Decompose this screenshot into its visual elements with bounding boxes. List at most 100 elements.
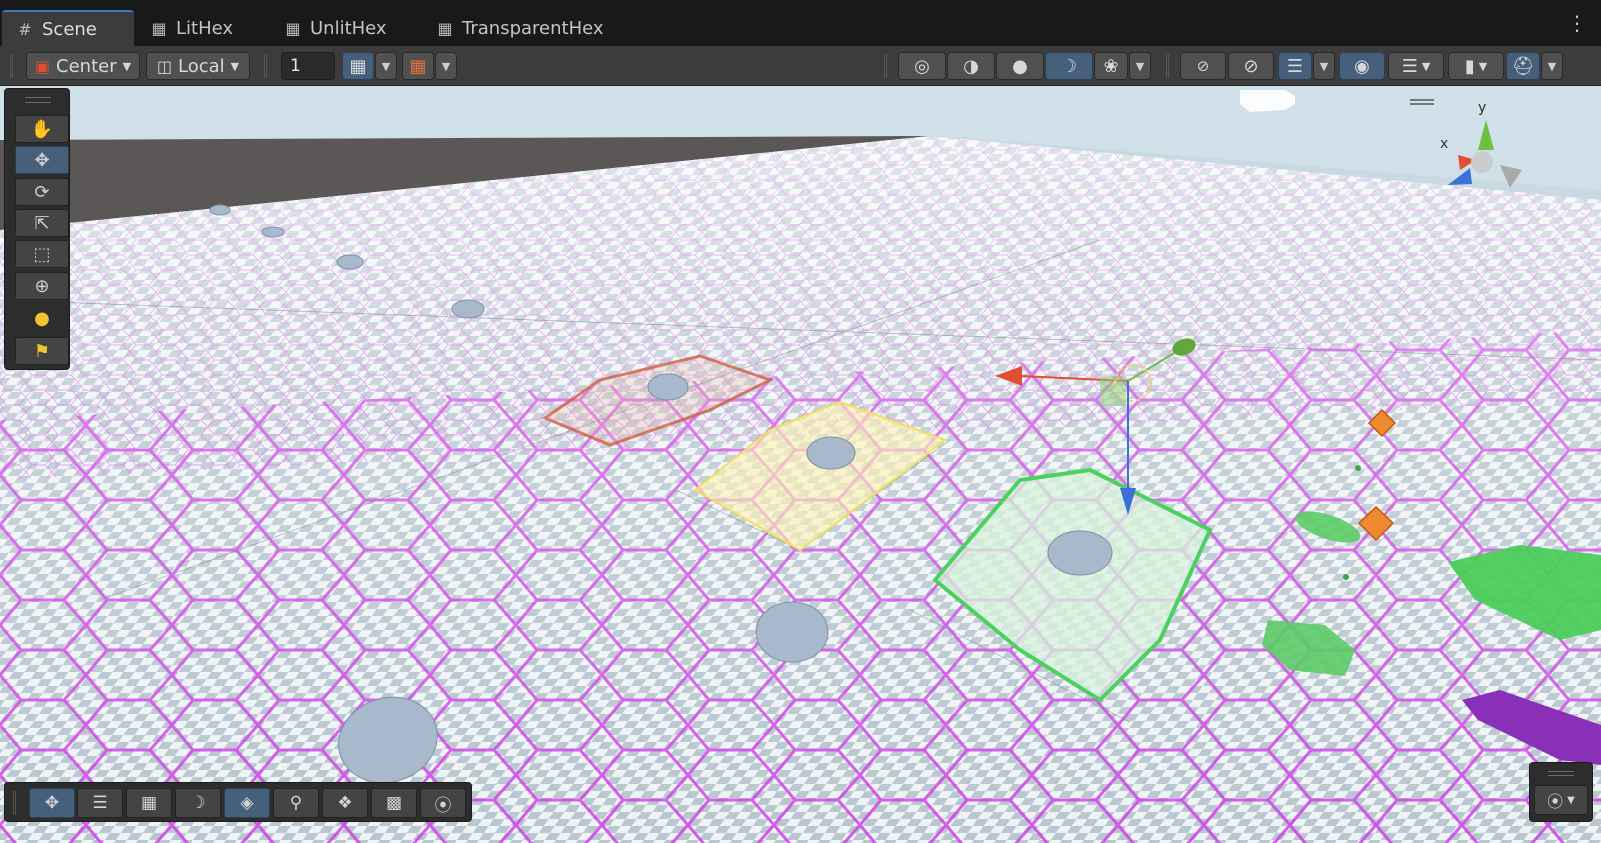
pivot-button[interactable]: ❖ — [322, 788, 368, 818]
lock-icon: ▦ — [437, 18, 453, 38]
zoom-icon: ⚲ — [289, 793, 303, 813]
transform-tool-button[interactable]: ⊕ — [15, 272, 69, 300]
wireframe-shading-button[interactable]: ◎ — [898, 52, 946, 80]
effects-dropdown[interactable]: ▼ — [1313, 52, 1335, 80]
grid-toggle-icon: ▦ — [140, 793, 158, 813]
scale-tool-button[interactable]: ⇱ — [15, 209, 69, 237]
lighting-toggle-button[interactable]: ⊘ — [1228, 52, 1274, 80]
light-bulb-icon: ● — [34, 307, 50, 329]
transform-tool-icon: ⊕ — [34, 275, 50, 297]
overlay-drag-handle[interactable] — [25, 97, 51, 103]
move-tool-button[interactable]: ✥ — [15, 146, 69, 174]
hand-tool-icon: ✋ — [30, 118, 54, 140]
bug-icon: ❀ — [1103, 55, 1119, 77]
unlit-sphere-icon: ☽ — [1060, 55, 1078, 77]
more-options-icon[interactable]: ⋮ — [1567, 13, 1587, 33]
shaded-sphere-icon: ● — [1012, 55, 1028, 77]
light-tool-button[interactable]: ● — [15, 304, 69, 332]
draw-mode-dropdown[interactable]: ▼ — [1129, 52, 1151, 80]
shading-icon: ☽ — [190, 793, 206, 813]
chevron-down-icon: ▼ — [441, 59, 451, 73]
bottom-overlay-toolbar: ✥ ☰ ▦ ☽ ◈ ⚲ ❖ ▩ ⦿ — [4, 782, 472, 822]
gizmos-dropdown[interactable]: ▼ — [1541, 52, 1563, 80]
chevron-down-icon: ▼ — [1135, 59, 1145, 73]
rect-tool-button[interactable]: ⬚ — [15, 240, 69, 268]
pivot-mode-dropdown[interactable]: ▣ Center ▼ — [26, 52, 140, 80]
orientation-dropdown[interactable]: ⦿ ▼ — [1534, 785, 1588, 815]
shaded-wireframe-button[interactable]: ◑ — [947, 52, 995, 80]
pivot-center-icon: ▣ — [34, 56, 51, 76]
camera-settings-dropdown[interactable]: ▮ ▼ — [1448, 52, 1504, 80]
gizmos-toggle-button[interactable]: ⛑ — [1506, 52, 1540, 80]
2d-toggle-button[interactable]: ⊘ — [1180, 52, 1226, 80]
tab-lithex[interactable]: ▦ LitHex — [136, 10, 247, 46]
rect-tool-icon: ⬚ — [33, 243, 51, 265]
tab-label: TransparentHex — [462, 17, 604, 39]
gizmo-x-label: x — [1440, 136, 1449, 152]
grid-toggle-button[interactable]: ▦ — [126, 788, 172, 818]
scale-tool-icon: ⇱ — [34, 212, 50, 234]
layers-dropdown[interactable]: ☰ ▼ — [1388, 52, 1444, 80]
rotate-tool-icon: ⟳ — [34, 181, 50, 203]
scene-render — [0, 86, 1601, 843]
tab-scene[interactable]: # Scene — [2, 10, 134, 46]
scene-visibility-button[interactable]: ◉ — [1339, 52, 1385, 80]
shaded-button[interactable]: ● — [996, 52, 1044, 80]
wireframe-sphere-icon: ◎ — [914, 55, 930, 77]
debug-draw-button[interactable]: ❀ — [1094, 52, 1128, 80]
compass-icon: ⦿ — [1547, 792, 1564, 811]
grid-hash-icon: # — [18, 19, 32, 39]
toolbar-grip[interactable] — [884, 54, 887, 78]
tab-bar: # Scene ▦ LitHex ▦ UnlitHex ▦ Transparen… — [0, 0, 1601, 46]
pivot-rotation-dropdown[interactable]: ◫ Local ▼ — [146, 52, 250, 80]
pivot-icon: ❖ — [337, 793, 353, 813]
toolbar-grip[interactable] — [264, 54, 267, 78]
shaded-wireframe-icon: ◑ — [963, 55, 979, 77]
hand-tool-button[interactable]: ✋ — [15, 115, 69, 143]
unlit-shading-button[interactable]: ☽ — [1045, 52, 1093, 80]
effects-toggle-button[interactable]: ☰ — [1278, 52, 1312, 80]
camera-button[interactable]: ▩ — [371, 788, 417, 818]
move-overlay-button[interactable]: ✥ — [29, 788, 75, 818]
toolbar-grip[interactable] — [10, 54, 13, 78]
grid-snap-dropdown[interactable]: ▼ — [375, 52, 397, 80]
move-overlay-icon: ✥ — [44, 793, 60, 813]
scene-toolbar: ▣ Center ▼ ◫ Local ▼ 1 ▦ ▼ ▦ ▼ ◎ ◑ ● ☽ ❀… — [0, 46, 1601, 86]
light-slash-icon: ⊘ — [1243, 55, 1259, 77]
camera-icon: ▩ — [385, 793, 403, 813]
shading-button[interactable]: ☽ — [175, 788, 221, 818]
gizmo-y-label: y — [1478, 100, 1487, 116]
scene-viewport[interactable]: y x — [0, 86, 1601, 843]
grid-size-field[interactable]: 1 — [281, 52, 335, 80]
tools-overlay: ✋ ✥ ⟳ ⇱ ⬚ ⊕ ● ⚑ — [4, 88, 70, 370]
sliders-icon: ☰ — [92, 793, 108, 813]
effects-layers-icon: ☰ — [1286, 55, 1304, 77]
pivot-mode-label: Center — [56, 55, 117, 77]
cube-icon: ◫ — [156, 56, 172, 76]
gizmo-globe-icon: ⛑ — [1511, 55, 1535, 77]
tab-label: LitHex — [176, 17, 234, 39]
increment-snap-button[interactable]: ▦ — [402, 52, 434, 80]
tab-transparenthex[interactable]: ▦ TransparentHex — [422, 10, 618, 46]
tab-unlithex[interactable]: ▦ UnlitHex — [270, 10, 401, 46]
tab-label: Scene — [42, 18, 97, 40]
toolbar-grip[interactable] — [1166, 54, 1169, 78]
chevron-down-icon: ▼ — [1421, 59, 1431, 73]
light-probe-icon: ⚑ — [33, 340, 51, 362]
orientation-overlay: ⦿ ▼ — [1529, 762, 1593, 822]
chevron-down-icon: ▼ — [1567, 794, 1575, 806]
compass-button[interactable]: ⦿ — [420, 788, 466, 818]
layers-button[interactable]: ◈ — [224, 788, 270, 818]
overlay-drag-handle[interactable] — [13, 791, 16, 815]
chevron-down-icon: ▼ — [122, 59, 132, 73]
layers-icon: ☰ — [1401, 55, 1418, 77]
overlay-drag-handle[interactable] — [1548, 771, 1574, 776]
light-probe-tool-button[interactable]: ⚑ — [15, 337, 69, 365]
zoom-button[interactable]: ⚲ — [273, 788, 319, 818]
lock-icon: ▦ — [285, 18, 301, 38]
grid-snap-button[interactable]: ▦ — [342, 52, 374, 80]
increment-snap-dropdown[interactable]: ▼ — [435, 52, 457, 80]
2d-slash-icon: ⊘ — [1196, 57, 1210, 75]
rotate-tool-button[interactable]: ⟳ — [15, 178, 69, 206]
sliders-button[interactable]: ☰ — [77, 788, 123, 818]
